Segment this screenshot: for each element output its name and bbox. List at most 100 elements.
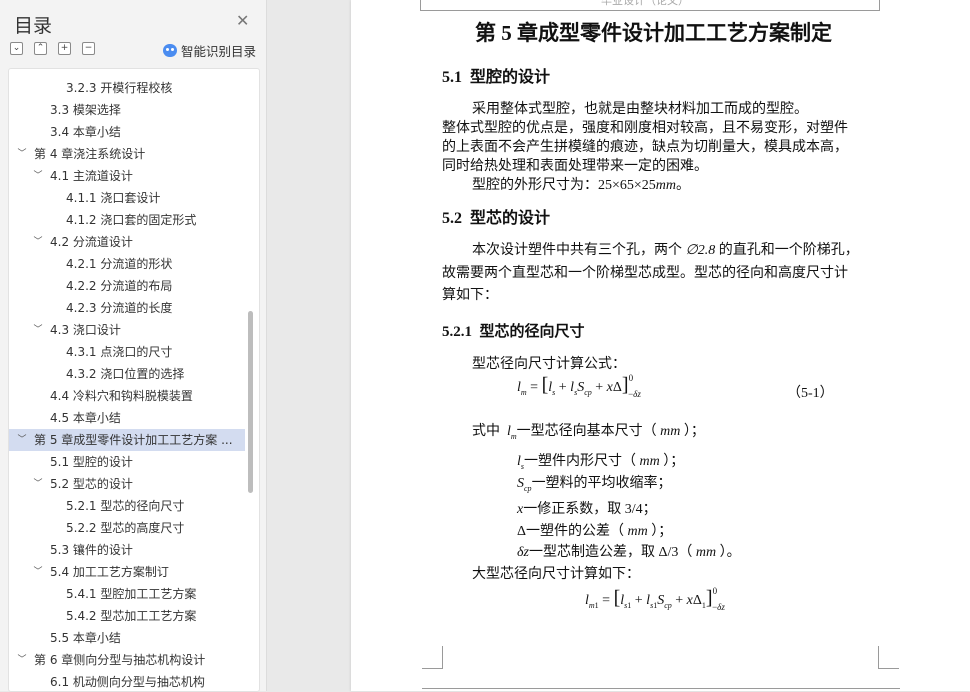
- toc-item[interactable]: 4.2.3 分流道的长度: [9, 297, 245, 319]
- toc-item[interactable]: 5.3 镶件的设计: [9, 539, 245, 561]
- toc-item-label: 5.2 型芯的设计: [50, 477, 133, 491]
- toc-item[interactable]: 6.1 机动侧向分型与抽芯机构: [9, 671, 245, 691]
- collapse-all-icon[interactable]: ⌄: [10, 42, 23, 55]
- toc-panel: 目录 ✕ ⌄ ⌃ + − 智能识别目录 3.2.3 开模行程校核 3.3 模架选择…: [0, 0, 267, 692]
- toc-item[interactable]: 4.2.1 分流道的形状: [9, 253, 245, 275]
- toc-item[interactable]: 4.2.2 分流道的布局: [9, 275, 245, 297]
- crop-mark: [422, 646, 443, 669]
- paragraph: 型腔的外形尺寸为：25×65×25mm。: [472, 178, 691, 193]
- toc-item-label: 5.1 型腔的设计: [50, 455, 133, 469]
- toc-item-label: 5.2.2 型芯的高度尺寸: [66, 521, 185, 535]
- formula-number: （5-1）: [787, 386, 834, 401]
- paragraph: 本次设计塑件中共有三个孔，两个 ∅2.8 的直孔和一个阶梯孔，: [472, 243, 859, 258]
- toc-item[interactable]: 5.4.2 型芯加工工艺方案: [9, 605, 245, 627]
- chevron-down-icon[interactable]: ﹀: [33, 165, 43, 187]
- toc-item[interactable]: 5.5 本章小结: [9, 627, 245, 649]
- paragraph: 型芯径向尺寸计算公式：: [472, 357, 626, 372]
- toc-scrollbar[interactable]: [248, 311, 253, 493]
- toc-item[interactable]: ﹀ 第 6 章侧向分型与抽芯机构设计: [9, 649, 245, 671]
- definition-dz: δz一型芯制造公差，取 Δ/3（ mm ）。: [517, 545, 741, 560]
- page-header: 毕业设计（论文）: [601, 0, 689, 7]
- formula-5-1: lm = [ls + lsScp + xΔ]0−δz: [517, 373, 641, 399]
- crop-mark: [878, 646, 899, 669]
- toc-item[interactable]: ﹀ 5.2 型芯的设计: [9, 473, 245, 495]
- toc-item-label: 4.2 分流道设计: [50, 235, 133, 249]
- toc-item[interactable]: 3.4 本章小结: [9, 121, 245, 143]
- chevron-down-icon[interactable]: ﹀: [17, 143, 27, 165]
- toc-item[interactable]: ﹀ 5.4 加工工艺方案制订: [9, 561, 245, 583]
- toc-item[interactable]: ﹀ 第 5 章成型零件设计加工工艺方案 ...: [9, 429, 245, 451]
- formula-large-core: lm1 = [ls1 + ls1Scp + xΔ1]0−δz: [585, 586, 725, 612]
- toc-item-label: 6.1 机动侧向分型与抽芯机构: [50, 675, 205, 689]
- toc-item[interactable]: 5.1 型腔的设计: [9, 451, 245, 473]
- toc-item-label: 4.3 浇口设计: [50, 323, 121, 337]
- chevron-down-icon[interactable]: ﹀: [33, 319, 43, 341]
- toc-item-label: 4.3.1 点浇口的尺寸: [66, 345, 173, 359]
- definition-ls: ls一塑件内形尺寸（ mm ）；: [517, 454, 685, 471]
- toc-item-label: 4.2.1 分流道的形状: [66, 257, 173, 271]
- toc-item[interactable]: 4.5 本章小结: [9, 407, 245, 429]
- toc-item[interactable]: ﹀ 4.1 主流道设计: [9, 165, 245, 187]
- toc-list-container: 3.2.3 开模行程校核 3.3 模架选择 3.4 本章小结 ﹀ 第 4 章浇注系统设计…: [8, 68, 260, 692]
- toc-item-label: 3.2.3 开模行程校核: [66, 81, 173, 95]
- definition-lm: 式中 lm一型芯径向基本尺寸（ mm ）；: [472, 424, 705, 441]
- toc-item[interactable]: 3.3 模架选择: [9, 99, 245, 121]
- toc-item[interactable]: 5.4.1 型腔加工工艺方案: [9, 583, 245, 605]
- toc-item[interactable]: 5.2.2 型芯的高度尺寸: [9, 517, 245, 539]
- toc-item-label: 4.4 冷料穴和钩料脱模装置: [50, 389, 193, 403]
- toc-item-label: 第 5 章成型零件设计加工工艺方案 ...: [34, 433, 233, 447]
- toc-item-label: 5.4 加工工艺方案制订: [50, 565, 169, 579]
- definition-delta: Δ一塑件的公差（ mm ）；: [517, 524, 673, 539]
- toc-item-label: 3.4 本章小结: [50, 125, 121, 139]
- ai-icon: [163, 44, 177, 57]
- toc-item[interactable]: 4.4 冷料穴和钩料脱模装置: [9, 385, 245, 407]
- toc-list: 3.2.3 开模行程校核 3.3 模架选择 3.4 本章小结 ﹀ 第 4 章浇注系统设计…: [9, 77, 245, 691]
- toc-item-label: 4.2.3 分流道的长度: [66, 301, 173, 315]
- toc-item[interactable]: 4.1.1 浇口套设计: [9, 187, 245, 209]
- smart-toc-button[interactable]: 智能识别目录: [163, 41, 256, 60]
- chevron-down-icon[interactable]: ﹀: [17, 429, 27, 451]
- add-heading-icon[interactable]: +: [58, 42, 71, 55]
- chevron-down-icon[interactable]: ﹀: [33, 231, 43, 253]
- paragraph: 采用整体式型腔，也就是由整块材料加工而成的型腔。: [472, 102, 808, 117]
- toc-item-label: 5.2.1 型芯的径向尺寸: [66, 499, 185, 513]
- toc-item-label: 4.3.2 浇口位置的选择: [66, 367, 185, 381]
- toc-item-label: 第 6 章侧向分型与抽芯机构设计: [34, 653, 206, 667]
- toc-item-label: 第 4 章浇注系统设计: [34, 147, 146, 161]
- toc-item-label: 5.3 镶件的设计: [50, 543, 133, 557]
- paragraph: 整体式型腔的优点是，强度和刚度相对较高，且不易变形，对塑件: [442, 121, 848, 136]
- chapter-title: 第 5 章成型零件设计加工工艺方案制定: [475, 21, 832, 45]
- toc-item-label: 4.2.2 分流道的布局: [66, 279, 173, 293]
- page-bottom-line: [422, 688, 900, 689]
- paragraph: 的上表面不会产生拼模缝的痕迹，缺点为切削量大，模具成本高，: [442, 140, 848, 155]
- chevron-down-icon[interactable]: ﹀: [33, 473, 43, 495]
- close-icon[interactable]: ✕: [236, 13, 249, 29]
- toc-item[interactable]: ﹀ 4.2 分流道设计: [9, 231, 245, 253]
- definition-x: x一修正系数，取 3/4；: [517, 502, 657, 517]
- toc-item-label: 4.1.2 浇口套的固定形式: [66, 213, 197, 227]
- chevron-down-icon[interactable]: ﹀: [17, 649, 27, 671]
- toc-item-label: 4.5 本章小结: [50, 411, 121, 425]
- toc-title: 目录: [14, 15, 53, 37]
- toc-item-label: 5.4.1 型腔加工工艺方案: [66, 587, 197, 601]
- toc-item[interactable]: 4.3.2 浇口位置的选择: [9, 363, 245, 385]
- toc-item[interactable]: 4.3.1 点浇口的尺寸: [9, 341, 245, 363]
- section-5-2-1-heading: 5.2.1 型芯的径向尺寸: [442, 324, 585, 340]
- toc-item-label: 4.1 主流道设计: [50, 169, 133, 183]
- paragraph: 算如下：: [442, 288, 498, 303]
- toc-item-label: 5.4.2 型芯加工工艺方案: [66, 609, 197, 623]
- toc-item-label: 3.3 模架选择: [50, 103, 121, 117]
- toc-item-label: 5.5 本章小结: [50, 631, 121, 645]
- paragraph: 大型芯径向尺寸计算如下：: [472, 567, 640, 582]
- toc-item[interactable]: 4.1.2 浇口套的固定形式: [9, 209, 245, 231]
- toc-item[interactable]: 5.2.1 型芯的径向尺寸: [9, 495, 245, 517]
- expand-all-icon[interactable]: ⌃: [34, 42, 47, 55]
- toc-item[interactable]: ﹀ 第 4 章浇注系统设计: [9, 143, 245, 165]
- toc-item-label: 4.1.1 浇口套设计: [66, 191, 161, 205]
- smart-toc-label: 智能识别目录: [181, 44, 257, 59]
- remove-heading-icon[interactable]: −: [82, 42, 95, 55]
- toc-item[interactable]: ﹀ 4.3 浇口设计: [9, 319, 245, 341]
- chevron-down-icon[interactable]: ﹀: [33, 561, 43, 583]
- toc-item[interactable]: 3.2.3 开模行程校核: [9, 77, 245, 99]
- paragraph: 同时给热处理和表面处理带来一定的困难。: [442, 159, 708, 174]
